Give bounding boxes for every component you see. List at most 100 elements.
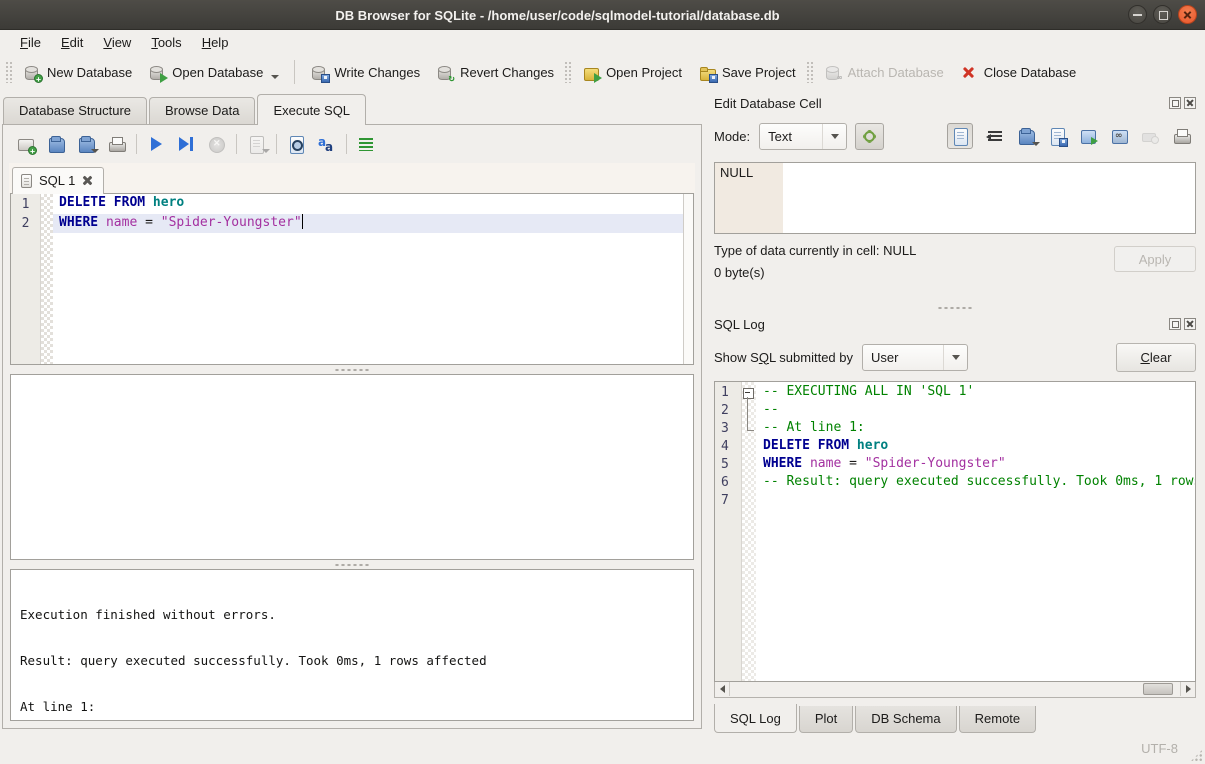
attach-database-button: Attach Database	[816, 60, 952, 85]
log-line: --	[756, 402, 1195, 420]
tab-db-schema[interactable]: DB Schema	[855, 706, 956, 733]
minimize-icon[interactable]	[1128, 5, 1147, 24]
apply-button: Apply	[1114, 246, 1196, 272]
main-toolbar: New Database Open Database Write Changes…	[0, 54, 1205, 90]
close-panel-icon[interactable]	[1184, 318, 1196, 330]
save-project-button[interactable]: Save Project	[690, 60, 804, 85]
tab-browse-data[interactable]: Browse Data	[149, 97, 255, 124]
resize-grip-icon[interactable]	[1190, 749, 1203, 762]
auto-format-icon[interactable]	[358, 136, 375, 153]
splitter-handle[interactable]	[10, 365, 694, 374]
execute-all-icon[interactable]	[148, 136, 165, 153]
sql-editor[interactable]: 1 2 DELETE FROM hero WHERE name = "Spide…	[10, 193, 694, 365]
title-bar: DB Browser for SQLite - /home/user/code/…	[0, 0, 1205, 30]
execute-line-icon[interactable]	[178, 136, 195, 153]
menu-file[interactable]: File	[10, 32, 51, 53]
cell-value-editor[interactable]: NULL	[714, 162, 1196, 234]
sql-log-text[interactable]: -- EXECUTING ALL IN 'SQL 1' -- -- At lin…	[756, 382, 1195, 681]
print-cell-icon[interactable]	[1173, 128, 1190, 145]
sql-document-tab-bar: SQL 1	[9, 163, 695, 193]
find-icon[interactable]	[288, 136, 305, 153]
chevron-down-icon	[822, 124, 846, 149]
sql-log-fold-margin	[742, 382, 756, 681]
menu-view[interactable]: View	[93, 32, 141, 53]
status-bar: UTF-8	[0, 735, 1205, 764]
export-cell-data-icon[interactable]	[1049, 128, 1066, 145]
menu-tools[interactable]: Tools	[141, 32, 191, 53]
sql-editor-text[interactable]: DELETE FROM hero WHERE name = "Spider-Yo…	[53, 194, 683, 364]
auto-switch-mode-button[interactable]	[855, 123, 884, 150]
message-line: At line 1:	[20, 699, 684, 714]
word-wrap-icon[interactable]	[987, 128, 1004, 145]
copy-link-icon[interactable]	[1111, 128, 1128, 145]
log-line: WHERE name = "Spider-Youngster"	[756, 456, 1195, 474]
cell-info: Type of data currently in cell: NULL 0 b…	[714, 239, 1196, 303]
write-changes-button[interactable]: Write Changes	[302, 60, 428, 85]
print-sql-icon[interactable]	[108, 136, 125, 153]
fold-tree-elbow	[742, 420, 756, 438]
log-filter-value: User	[871, 350, 898, 365]
new-database-button[interactable]: New Database	[15, 60, 140, 85]
execution-message-box[interactable]: Execution finished without errors. Resul…	[10, 569, 694, 721]
toolbar-drag-handle[interactable]	[806, 61, 814, 83]
clear-log-button[interactable]: Clear	[1116, 343, 1196, 372]
text-mode-button[interactable]	[947, 123, 973, 149]
revert-changes-icon	[436, 64, 454, 81]
open-project-button[interactable]: Open Project	[574, 60, 690, 85]
sql-document-icon	[21, 174, 32, 188]
splitter-handle[interactable]	[10, 560, 694, 569]
close-icon[interactable]	[1178, 5, 1197, 24]
tab-execute-sql[interactable]: Execute SQL	[257, 94, 366, 125]
close-sql-tab-icon[interactable]	[82, 175, 93, 186]
revert-changes-button[interactable]: Revert Changes	[428, 60, 562, 85]
sql-log-view[interactable]: 1 2 3 4 5 6 7 --	[714, 381, 1196, 682]
menu-edit[interactable]: Edit	[51, 32, 93, 53]
splitter-handle[interactable]	[714, 303, 1196, 312]
toolbar-separator	[346, 134, 347, 154]
tab-plot[interactable]: Plot	[799, 706, 853, 733]
sql-log-hscrollbar[interactable]	[714, 682, 1196, 698]
attach-database-icon	[824, 64, 842, 81]
open-database-dropdown-icon[interactable]	[271, 75, 279, 79]
find-replace-icon[interactable]	[318, 136, 335, 153]
save-sql-dropdown-icon[interactable]	[91, 149, 99, 153]
cell-value-strip: NULL	[715, 163, 783, 233]
sql-editor-scrollbar[interactable]	[683, 194, 693, 364]
fold-collapse-icon[interactable]	[742, 384, 756, 402]
fold-tree-line	[742, 402, 756, 420]
import-cell-data-icon[interactable]	[1018, 128, 1035, 145]
toolbar-drag-handle[interactable]	[5, 61, 13, 83]
query-results-pane[interactable]	[10, 374, 694, 560]
toolbar-drag-handle[interactable]	[564, 61, 572, 83]
save-sql-file-icon[interactable]	[78, 136, 95, 153]
scroll-left-icon[interactable]	[715, 682, 730, 696]
tab-remote[interactable]: Remote	[959, 706, 1037, 733]
log-line	[756, 492, 1195, 510]
open-in-external-icon[interactable]	[1080, 128, 1097, 145]
close-database-button[interactable]: Close Database	[952, 60, 1085, 85]
toolbar-separator	[276, 134, 277, 154]
menu-help[interactable]: Help	[192, 32, 239, 53]
tab-database-structure[interactable]: Database Structure	[3, 97, 147, 124]
open-sql-file-icon[interactable]	[48, 136, 65, 153]
tab-sql-log[interactable]: SQL Log	[714, 704, 797, 733]
log-filter-select[interactable]: User	[862, 344, 968, 371]
save-project-icon	[698, 64, 716, 81]
sql-document-tab[interactable]: SQL 1	[12, 167, 104, 194]
float-panel-icon[interactable]	[1169, 318, 1181, 330]
scrollbar-thumb[interactable]	[1143, 683, 1173, 695]
mode-select[interactable]: Text	[759, 123, 847, 150]
scroll-right-icon[interactable]	[1180, 682, 1195, 696]
open-database-button[interactable]: Open Database	[140, 60, 287, 85]
close-panel-icon[interactable]	[1184, 97, 1196, 109]
sql-log-title: SQL Log	[714, 317, 765, 332]
set-null-icon	[1142, 128, 1159, 145]
gear-icon	[864, 131, 875, 142]
sql-document-tab-label: SQL 1	[39, 173, 75, 188]
text-cursor	[302, 214, 303, 229]
maximize-icon[interactable]	[1153, 5, 1172, 24]
float-panel-icon[interactable]	[1169, 97, 1181, 109]
encoding-indicator[interactable]: UTF-8	[1141, 741, 1178, 756]
sql-log-controls: Show SQL submitted by User Clear	[714, 339, 1196, 375]
new-sql-tab-icon[interactable]	[18, 136, 35, 153]
